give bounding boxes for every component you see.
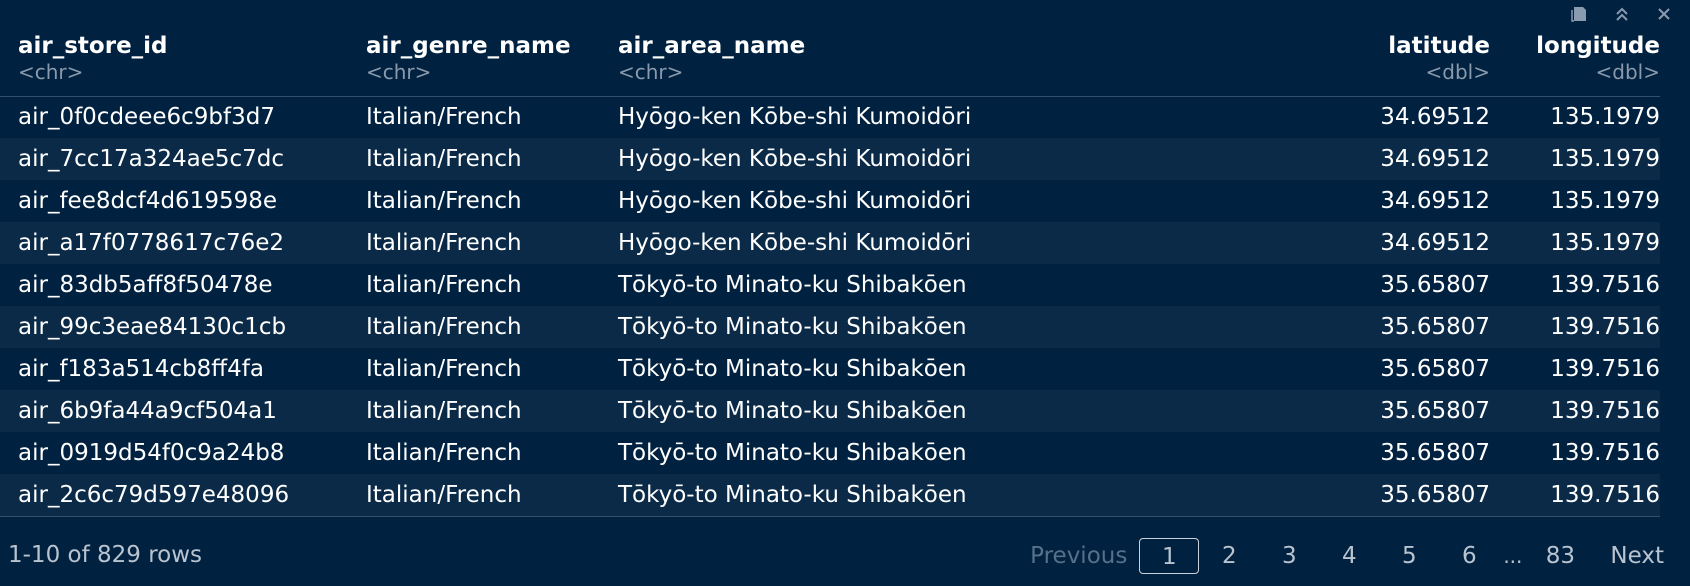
table-row: air_2c6c79d597e48096 Italian/French Tōky… bbox=[0, 474, 1660, 517]
page-button-5[interactable]: 5 bbox=[1379, 538, 1439, 574]
cell-air-genre-name: Italian/French bbox=[348, 474, 600, 517]
column-type: <chr> bbox=[18, 60, 84, 84]
collapse-icon[interactable] bbox=[1606, 2, 1638, 26]
cell-longitude: 139.7516 bbox=[1550, 440, 1660, 466]
cell-air-store-id: air_fee8dcf4d619598e bbox=[18, 188, 277, 214]
cell-air-area-name: Tōkyō-to Minato-ku Shibakōen bbox=[618, 356, 967, 382]
cell-air-genre-name: Italian/French bbox=[366, 398, 522, 424]
cell-air-store-id: air_6b9fa44a9cf504a1 bbox=[18, 398, 277, 424]
table-row: air_f183a514cb8ff4fa Italian/French Tōky… bbox=[0, 348, 1660, 390]
column-type: <dbl> bbox=[1425, 60, 1490, 84]
cell-air-genre-name: Italian/French bbox=[366, 146, 522, 172]
cell-latitude: 35.65807 bbox=[1260, 474, 1490, 517]
cell-latitude: 34.69512 bbox=[1380, 104, 1490, 131]
cell-latitude: 35.65807 bbox=[1380, 272, 1490, 298]
cell-air-store-id: air_2c6c79d597e48096 bbox=[0, 474, 348, 517]
cell-air-area-name: Tōkyō-to Minato-ku Shibakōen bbox=[600, 474, 1260, 517]
page-button-4[interactable]: 4 bbox=[1319, 538, 1379, 574]
column-name: air_store_id bbox=[18, 33, 168, 59]
cell-longitude: 139.7516 bbox=[1550, 272, 1660, 298]
column-type: <dbl> bbox=[1595, 60, 1660, 84]
cell-air-genre-name: Italian/French bbox=[366, 440, 522, 466]
cell-air-genre-name: Italian/French bbox=[366, 314, 522, 340]
table-row: air_a17f0778617c76e2 Italian/French Hyōg… bbox=[0, 222, 1660, 264]
cell-air-store-id: air_99c3eae84130c1cb bbox=[18, 314, 287, 340]
cell-longitude: 135.1979 bbox=[1550, 230, 1660, 256]
table-row: air_0f0cdeee6c9bf3d7 Italian/French Hyōg… bbox=[0, 96, 1660, 138]
pagination: Previous 1 2 3 4 5 6 ... 83 Next bbox=[1030, 536, 1664, 576]
data-table: air_store_id <chr> air_genre_name <chr> … bbox=[0, 30, 1660, 517]
table-body: air_0f0cdeee6c9bf3d7 Italian/French Hyōg… bbox=[0, 96, 1660, 517]
cell-air-store-id: air_f183a514cb8ff4fa bbox=[18, 356, 264, 382]
cell-air-area-name: Hyōgo-ken Kōbe-shi Kumoidōri bbox=[618, 230, 972, 256]
cell-air-area-name: Hyōgo-ken Kōbe-shi Kumoidōri bbox=[618, 146, 972, 172]
cell-air-genre-name: Italian/French bbox=[366, 356, 522, 382]
next-button[interactable]: Next bbox=[1610, 543, 1664, 569]
cell-longitude: 135.1979 bbox=[1550, 104, 1660, 131]
cell-air-area-name: Tōkyō-to Minato-ku Shibakōen bbox=[618, 440, 967, 466]
page-button-1[interactable]: 1 bbox=[1139, 538, 1200, 574]
cell-air-area-name: Hyōgo-ken Kōbe-shi Kumoidōri bbox=[618, 104, 972, 131]
cell-longitude: 135.1979 bbox=[1550, 188, 1660, 214]
cell-air-genre-name: Italian/French bbox=[366, 272, 522, 298]
table-footer: 1-10 of 829 rows Previous 1 2 3 4 5 6 ..… bbox=[0, 536, 1690, 576]
cell-latitude: 35.65807 bbox=[1380, 356, 1490, 382]
column-name: longitude bbox=[1536, 33, 1660, 59]
cell-air-store-id: air_0919d54f0c9a24b8 bbox=[18, 440, 285, 466]
cell-air-area-name: Tōkyō-to Minato-ku Shibakōen bbox=[618, 272, 967, 298]
cell-air-genre-name: Italian/French bbox=[366, 188, 522, 214]
table-row: air_99c3eae84130c1cb Italian/French Tōky… bbox=[0, 306, 1660, 348]
column-header-air-genre-name[interactable]: air_genre_name <chr> bbox=[348, 30, 600, 97]
header-row: air_store_id <chr> air_genre_name <chr> … bbox=[0, 30, 1660, 97]
cell-longitude: 139.7516 bbox=[1490, 474, 1660, 517]
table-row: air_6b9fa44a9cf504a1 Italian/French Tōky… bbox=[0, 390, 1660, 432]
rows-info: 1-10 of 829 rows bbox=[8, 542, 203, 568]
cell-latitude: 35.65807 bbox=[1380, 398, 1490, 424]
previous-button[interactable]: Previous bbox=[1030, 543, 1127, 569]
output-toolbar bbox=[1564, 2, 1680, 26]
cell-longitude: 139.7516 bbox=[1550, 314, 1660, 340]
cell-air-store-id: air_83db5aff8f50478e bbox=[18, 272, 273, 298]
column-type: <chr> bbox=[366, 60, 432, 84]
cell-air-store-id: air_7cc17a324ae5c7dc bbox=[18, 146, 285, 172]
cell-longitude: 139.7516 bbox=[1550, 398, 1660, 424]
column-name: air_area_name bbox=[618, 33, 806, 59]
page-button-3[interactable]: 3 bbox=[1259, 538, 1319, 574]
cell-air-store-id: air_a17f0778617c76e2 bbox=[18, 230, 285, 256]
column-name: latitude bbox=[1388, 33, 1490, 59]
cell-longitude: 139.7516 bbox=[1550, 356, 1660, 382]
page-button-last[interactable]: 83 bbox=[1530, 538, 1590, 574]
page-button-6[interactable]: 6 bbox=[1439, 538, 1499, 574]
cell-air-area-name: Tōkyō-to Minato-ku Shibakōen bbox=[618, 398, 967, 424]
cell-air-genre-name: Italian/French bbox=[366, 104, 522, 131]
cell-latitude: 35.65807 bbox=[1380, 440, 1490, 466]
table-row: air_83db5aff8f50478e Italian/French Tōky… bbox=[0, 264, 1660, 306]
table-row: air_fee8dcf4d619598e Italian/French Hyōg… bbox=[0, 180, 1660, 222]
column-name: air_genre_name bbox=[366, 33, 571, 59]
column-type: <chr> bbox=[618, 60, 684, 84]
pagination-ellipsis: ... bbox=[1503, 544, 1523, 568]
close-icon[interactable] bbox=[1648, 2, 1680, 26]
table-row: air_0919d54f0c9a24b8 Italian/French Tōky… bbox=[0, 432, 1660, 474]
page-button-2[interactable]: 2 bbox=[1199, 538, 1259, 574]
cell-air-store-id: air_0f0cdeee6c9bf3d7 bbox=[18, 104, 275, 131]
cell-latitude: 34.69512 bbox=[1380, 230, 1490, 256]
data-frame-viewer: air_store_id <chr> air_genre_name <chr> … bbox=[0, 0, 1690, 586]
column-header-latitude[interactable]: latitude <dbl> bbox=[1260, 30, 1490, 97]
cell-longitude: 135.1979 bbox=[1550, 146, 1660, 172]
cell-air-area-name: Tōkyō-to Minato-ku Shibakōen bbox=[618, 314, 967, 340]
cell-latitude: 34.69512 bbox=[1380, 146, 1490, 172]
column-header-air-area-name[interactable]: air_area_name <chr> bbox=[600, 30, 1260, 97]
cell-air-area-name: Hyōgo-ken Kōbe-shi Kumoidōri bbox=[618, 188, 972, 214]
column-header-air-store-id[interactable]: air_store_id <chr> bbox=[0, 30, 348, 97]
table-row: air_7cc17a324ae5c7dc Italian/French Hyōg… bbox=[0, 138, 1660, 180]
cell-latitude: 34.69512 bbox=[1380, 188, 1490, 214]
column-header-longitude[interactable]: longitude <dbl> bbox=[1490, 30, 1660, 97]
cell-air-genre-name: Italian/French bbox=[366, 230, 522, 256]
clear-console-icon[interactable] bbox=[1564, 2, 1596, 26]
cell-latitude: 35.65807 bbox=[1380, 314, 1490, 340]
